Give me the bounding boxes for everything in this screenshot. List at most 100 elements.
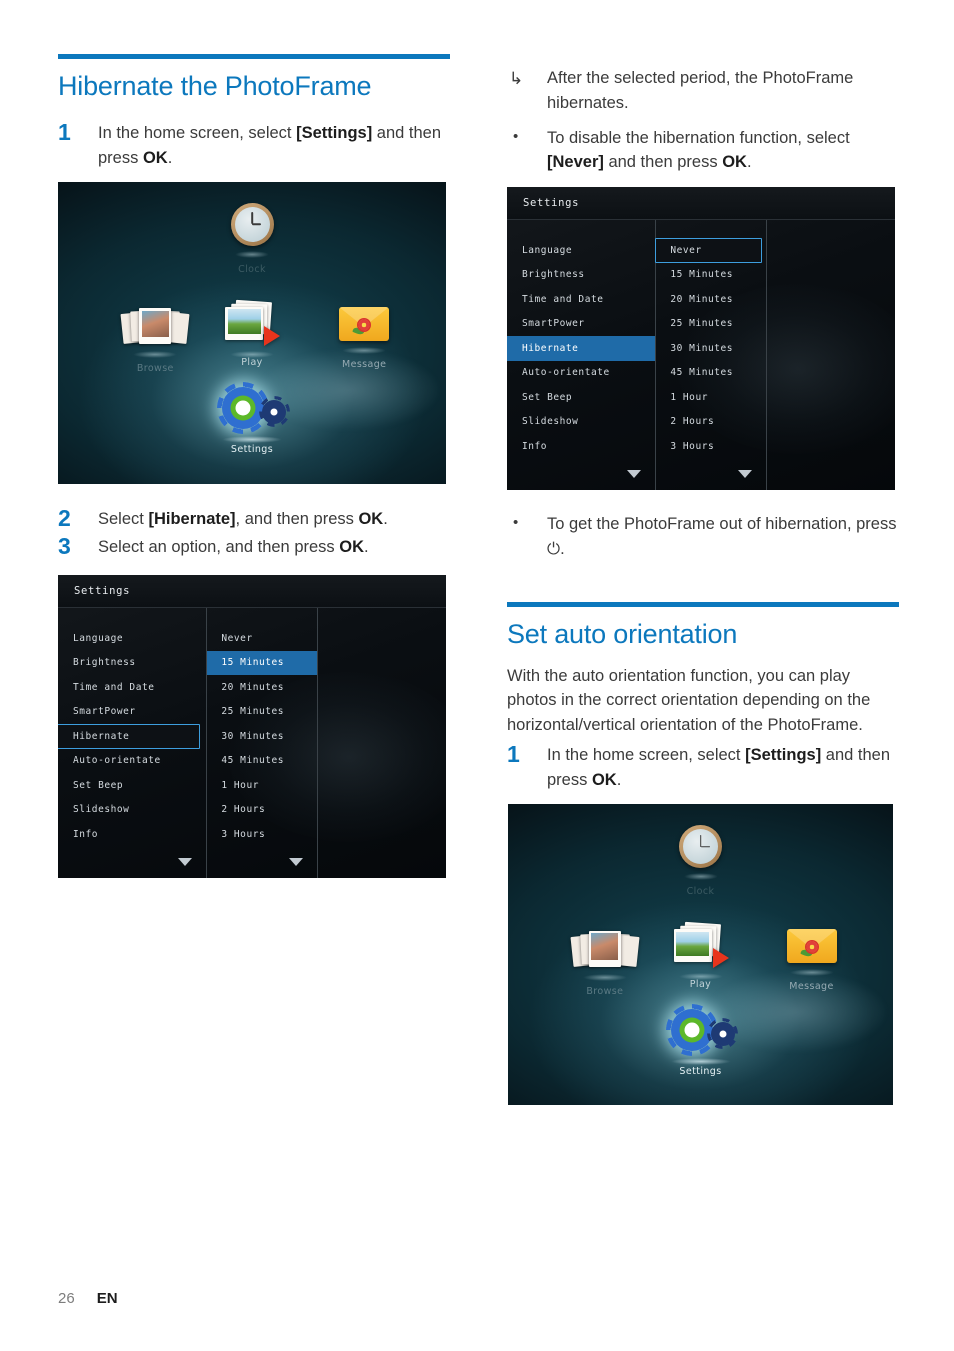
menu-item-hibernate[interactable]: Hibernate bbox=[507, 336, 656, 361]
arrow-bullet-icon: ↳ bbox=[509, 69, 524, 88]
option-45-minutes[interactable]: 45 Minutes bbox=[207, 749, 317, 774]
step-number: 2 bbox=[58, 504, 71, 531]
menu-item-time-and-date[interactable]: Time and Date bbox=[507, 287, 655, 312]
option-30-minutes[interactable]: 30 Minutes bbox=[656, 336, 766, 361]
option-never[interactable]: Never bbox=[207, 626, 317, 651]
page-title-auto-orientation: Set auto orientation bbox=[507, 618, 738, 649]
option-45-minutes[interactable]: 45 Minutes bbox=[656, 361, 766, 386]
home-icon-label: Play bbox=[689, 979, 712, 991]
home-icon-label: Clock bbox=[238, 263, 266, 275]
home-icon-label: Message bbox=[341, 358, 387, 370]
menu-item-hibernate[interactable]: Hibernate bbox=[58, 724, 201, 749]
note-bullet-wake-from-hibernation: • To get the PhotoFrame out of hibernati… bbox=[507, 512, 899, 562]
settings-menu-column: Language Brightness Time and Date SmartP… bbox=[507, 220, 657, 490]
menu-item-info[interactable]: Info bbox=[58, 822, 206, 847]
menu-item-language[interactable]: Language bbox=[507, 238, 655, 263]
home-icon-label: Settings bbox=[230, 443, 274, 455]
menu-item-brightness[interactable]: Brightness bbox=[507, 263, 655, 288]
option-1-hour[interactable]: 1 Hour bbox=[207, 773, 317, 798]
page-footer: 26 EN bbox=[58, 1290, 118, 1307]
home-icon-browse: Browse bbox=[562, 928, 648, 997]
option-20-minutes[interactable]: 20 Minutes bbox=[207, 675, 317, 700]
menu-item-brightness[interactable]: Brightness bbox=[58, 651, 206, 676]
option-15-minutes[interactable]: 15 Minutes bbox=[207, 650, 317, 676]
intro-paragraph: With the auto orientation function, you … bbox=[507, 666, 871, 735]
menu-item-time-and-date[interactable]: Time and Date bbox=[58, 675, 206, 700]
home-icon-settings: Settings bbox=[204, 384, 300, 455]
step-1-left: 1 In the home screen, select [Settings] … bbox=[58, 118, 450, 171]
play-triangle-icon bbox=[264, 325, 280, 346]
home-icon-label: Message bbox=[789, 981, 834, 993]
menu-item-language[interactable]: Language bbox=[58, 626, 206, 651]
option-3-hours[interactable]: 3 Hours bbox=[207, 822, 317, 847]
step-text: Select an option, and then press OK. bbox=[98, 538, 369, 557]
envelope-icon bbox=[339, 306, 390, 341]
scroll-down-arrow-icon[interactable] bbox=[288, 858, 303, 867]
option-never[interactable]: Never bbox=[655, 238, 762, 263]
note-text: To get the PhotoFrame out of hibernation… bbox=[547, 515, 897, 558]
left-column: Hibernate the PhotoFrame 1 In the home s… bbox=[58, 54, 450, 879]
menu-item-smartpower[interactable]: SmartPower bbox=[507, 312, 655, 337]
option-25-minutes[interactable]: 25 Minutes bbox=[656, 312, 766, 337]
home-screen-image-1: Clock Browse Play Message Settings bbox=[58, 181, 446, 484]
settings-screen-image-left: Settings Language Brightness Time and Da… bbox=[58, 575, 446, 879]
play-triangle-icon bbox=[712, 948, 729, 969]
dot-bullet-icon: • bbox=[513, 127, 519, 145]
scroll-down-arrow-icon[interactable] bbox=[737, 470, 752, 478]
result-text: After the selected period, the PhotoFram… bbox=[547, 69, 854, 112]
heading-rule-left bbox=[58, 54, 450, 59]
step-2-left: 2 Select [Hibernate], and then press OK. bbox=[58, 504, 450, 533]
settings-screen-title: Settings bbox=[58, 575, 446, 609]
result-bullet-hibernates: ↳ After the selected period, the PhotoFr… bbox=[507, 66, 899, 116]
step-text: Select [Hibernate], and then press OK. bbox=[98, 509, 388, 528]
step-text: In the home screen, select [Settings] an… bbox=[547, 745, 891, 789]
option-2-hours[interactable]: 2 Hours bbox=[207, 798, 317, 823]
language-code: EN bbox=[96, 1290, 118, 1307]
home-icon-label: Browse bbox=[586, 985, 624, 997]
home-icon-label: Settings bbox=[679, 1065, 722, 1077]
option-30-minutes[interactable]: 30 Minutes bbox=[207, 724, 317, 749]
menu-item-set-beep[interactable]: Set Beep bbox=[507, 385, 655, 410]
browse-icon bbox=[120, 305, 190, 347]
menu-item-slideshow[interactable]: Slideshow bbox=[58, 798, 206, 823]
settings-screen-title: Settings bbox=[507, 187, 895, 220]
note-bullet-disable-hibernation: • To disable the hibernation function, s… bbox=[507, 126, 899, 176]
menu-item-auto-orientate[interactable]: Auto-orientate bbox=[507, 361, 655, 386]
menu-item-smartpower[interactable]: SmartPower bbox=[58, 700, 206, 725]
settings-menu-column: Language Brightness Time and Date SmartP… bbox=[58, 608, 208, 879]
home-icon-label: Clock bbox=[686, 886, 715, 898]
scroll-down-arrow-icon[interactable] bbox=[627, 470, 642, 478]
step-number: 1 bbox=[507, 740, 520, 767]
option-15-minutes[interactable]: 15 Minutes bbox=[656, 263, 766, 288]
option-25-minutes[interactable]: 25 Minutes bbox=[207, 700, 317, 725]
settings-preview-column bbox=[318, 608, 446, 878]
manual-page: Hibernate the PhotoFrame 1 In the home s… bbox=[0, 0, 954, 1351]
settings-screen-image-right: Settings Language Brightness Time and Da… bbox=[507, 187, 895, 490]
menu-item-info[interactable]: Info bbox=[507, 434, 655, 459]
browse-icon bbox=[570, 928, 640, 970]
play-icon bbox=[672, 921, 730, 969]
step-text: In the home screen, select [Settings] an… bbox=[98, 124, 442, 167]
option-20-minutes[interactable]: 20 Minutes bbox=[656, 287, 766, 312]
gear-icon bbox=[665, 1006, 737, 1054]
option-3-hours[interactable]: 3 Hours bbox=[656, 434, 766, 459]
home-icon-clock: Clock bbox=[666, 825, 736, 897]
menu-item-auto-orientate[interactable]: Auto-orientate bbox=[58, 749, 206, 774]
scroll-down-arrow-icon[interactable] bbox=[178, 858, 193, 867]
option-1-hour[interactable]: 1 Hour bbox=[656, 385, 766, 410]
envelope-icon bbox=[786, 929, 837, 964]
settings-body: Language Brightness Time and Date SmartP… bbox=[507, 220, 895, 490]
settings-body: Language Brightness Time and Date SmartP… bbox=[58, 608, 446, 879]
menu-item-slideshow[interactable]: Slideshow bbox=[507, 410, 655, 435]
play-icon bbox=[223, 299, 281, 347]
home-icon-message: Message bbox=[321, 306, 407, 370]
step-number: 3 bbox=[58, 533, 71, 560]
home-icon-message: Message bbox=[769, 929, 855, 992]
option-2-hours[interactable]: 2 Hours bbox=[656, 410, 766, 435]
clock-icon bbox=[230, 202, 274, 246]
menu-item-set-beep[interactable]: Set Beep bbox=[58, 773, 206, 798]
step-1-right: 1 In the home screen, select [Settings] … bbox=[507, 740, 899, 793]
clock-icon bbox=[679, 825, 722, 869]
settings-preview-column bbox=[767, 220, 895, 490]
dot-bullet-icon: • bbox=[513, 514, 519, 531]
